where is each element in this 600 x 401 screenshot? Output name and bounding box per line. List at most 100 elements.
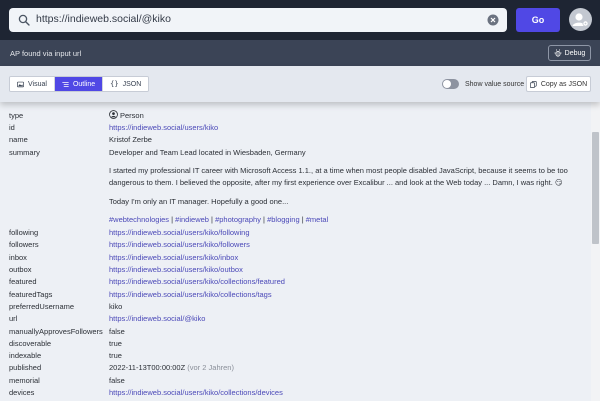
go-button[interactable]: Go bbox=[516, 8, 560, 32]
copy-icon bbox=[529, 80, 537, 88]
featured-link[interactable]: https://indieweb.social/users/kiko/colle… bbox=[109, 276, 285, 288]
tab-visual[interactable]: Visual bbox=[10, 77, 54, 91]
property-row: featured https://indieweb.social/users/k… bbox=[9, 276, 589, 288]
view-tabs: Visual Outline {} JSON bbox=[9, 76, 150, 92]
property-key: published bbox=[9, 363, 42, 372]
summary-paragraph: I started my professional IT career with… bbox=[109, 165, 584, 189]
summary-text-line: dangerous to them. I believed the opposi… bbox=[109, 178, 563, 187]
code-icon: {} bbox=[110, 80, 119, 88]
property-key: id bbox=[9, 123, 15, 132]
outline-content: type Person id https://indieweb.social/u… bbox=[0, 102, 591, 401]
property-row: featuredTags https://indieweb.social/use… bbox=[9, 289, 589, 301]
property-key: preferredUsername bbox=[9, 302, 75, 311]
property-key: featuredTags bbox=[9, 290, 53, 299]
summary-line: Developer and Team Lead located in Wiesb… bbox=[109, 148, 306, 157]
property-row: published 2022-11-13T00:00:00Z (vor 2 Ja… bbox=[9, 362, 589, 374]
toggle-knob bbox=[443, 80, 451, 88]
property-key: name bbox=[9, 135, 28, 144]
tab-outline[interactable]: Outline bbox=[53, 77, 103, 91]
url-link[interactable]: https://indieweb.social/@kiko bbox=[109, 313, 205, 325]
property-key: outbox bbox=[9, 265, 32, 274]
name-value: Kristof Zerbe bbox=[109, 135, 152, 144]
clear-icon[interactable] bbox=[487, 14, 499, 26]
discoverable-value: true bbox=[109, 339, 122, 348]
featured-tags-link[interactable]: https://indieweb.social/users/kiko/colle… bbox=[109, 289, 272, 301]
tab-json[interactable]: {} JSON bbox=[102, 77, 149, 91]
property-row: id https://indieweb.social/users/kiko bbox=[9, 122, 589, 134]
property-key: devices bbox=[9, 388, 35, 397]
avatar[interactable] bbox=[569, 8, 592, 31]
property-row: devices https://indieweb.social/users/ki… bbox=[9, 387, 589, 399]
debug-label: Debug bbox=[564, 49, 586, 57]
property-key: following bbox=[9, 228, 39, 237]
summary-paragraph: Today I'm only an IT manager. Hopefully … bbox=[109, 196, 584, 208]
user-settings-icon bbox=[572, 13, 589, 27]
type-value: Person bbox=[120, 111, 144, 120]
hashtag-link[interactable]: #indieweb bbox=[175, 215, 209, 224]
copy-as-json-button[interactable]: Copy as JSON bbox=[526, 76, 591, 92]
property-key: inbox bbox=[9, 253, 27, 262]
property-key: manuallyApprovesFollowers bbox=[9, 327, 103, 336]
tab-outline-label: Outline bbox=[72, 80, 96, 88]
status-bar: AP found via input url Debug bbox=[0, 40, 600, 66]
property-row: outbox https://indieweb.social/users/kik… bbox=[9, 264, 589, 276]
id-link[interactable]: https://indieweb.social/users/kiko bbox=[109, 122, 218, 134]
debug-button[interactable]: Debug bbox=[548, 45, 591, 61]
summary-text-line: Today I'm only an IT manager. Hopefully … bbox=[109, 197, 289, 206]
hashtag-link[interactable]: #photography bbox=[215, 215, 261, 224]
preferred-username-value: kiko bbox=[109, 302, 123, 311]
hashtag-link[interactable]: #metal bbox=[306, 215, 329, 224]
property-row: summary Developer and Team Lead located … bbox=[9, 147, 589, 159]
property-key: discoverable bbox=[9, 339, 52, 348]
property-key: featured bbox=[9, 277, 37, 286]
hashtag-link[interactable]: #webtechnologies bbox=[109, 215, 169, 224]
published-date: 2022-11-13T00:00:00Z bbox=[109, 363, 186, 372]
scrollbar[interactable] bbox=[591, 102, 600, 401]
property-key: followers bbox=[9, 240, 39, 249]
memorial-value: false bbox=[109, 376, 125, 385]
property-row: manuallyApprovesFollowers false bbox=[9, 326, 589, 338]
hashtag-link[interactable]: #blogging bbox=[267, 215, 300, 224]
person-icon bbox=[109, 110, 118, 119]
property-key: summary bbox=[9, 148, 40, 157]
inbox-link[interactable]: https://indieweb.social/users/kiko/inbox bbox=[109, 252, 238, 264]
property-row: indexable true bbox=[9, 350, 589, 362]
tab-json-label: JSON bbox=[122, 80, 142, 88]
show-value-source-toggle[interactable] bbox=[442, 79, 459, 89]
outline-icon bbox=[62, 81, 69, 87]
following-link[interactable]: https://indieweb.social/users/kiko/follo… bbox=[109, 227, 250, 239]
property-row: preferredUsername kiko bbox=[9, 301, 589, 313]
search-icon bbox=[18, 14, 30, 26]
property-row: url https://indieweb.social/@kiko bbox=[9, 313, 589, 325]
property-key: url bbox=[9, 314, 18, 323]
property-row: inbox https://indieweb.social/users/kiko… bbox=[9, 252, 589, 264]
property-key: memorial bbox=[9, 376, 40, 385]
published-value: 2022-11-13T00:00:00Z (vor 2 Jahren) bbox=[109, 362, 234, 374]
property-row: type Person bbox=[9, 110, 589, 122]
show-value-source-label: Show value source bbox=[465, 80, 525, 88]
scrollbar-thumb[interactable] bbox=[592, 132, 599, 244]
outbox-link[interactable]: https://indieweb.social/users/kiko/outbo… bbox=[109, 264, 243, 276]
property-row: discoverable true bbox=[9, 338, 589, 350]
property-value: Person bbox=[109, 110, 144, 122]
indexable-value: true bbox=[109, 351, 122, 360]
bug-icon bbox=[554, 49, 562, 57]
visual-icon bbox=[17, 81, 24, 87]
copy-as-json-label: Copy as JSON bbox=[540, 80, 588, 88]
show-value-source[interactable]: Show value source bbox=[442, 79, 524, 89]
property-row: following https://indieweb.social/users/… bbox=[9, 227, 589, 239]
url-input[interactable]: https://indieweb.social/@kiko bbox=[36, 13, 171, 25]
view-toolbar: Visual Outline {} JSON Show value source… bbox=[0, 66, 600, 102]
followers-link[interactable]: https://indieweb.social/users/kiko/follo… bbox=[109, 239, 250, 251]
published-relative: (vor 2 Jahren) bbox=[187, 363, 234, 372]
url-input-box[interactable]: https://indieweb.social/@kiko bbox=[9, 8, 507, 32]
property-key: indexable bbox=[9, 351, 42, 360]
property-row: followers https://indieweb.social/users/… bbox=[9, 239, 589, 251]
hashtag-list: #webtechnologies | #indieweb | #photogra… bbox=[109, 214, 584, 226]
property-row: memorial false bbox=[9, 375, 589, 387]
property-row: name Kristof Zerbe bbox=[9, 134, 589, 146]
status-message: AP found via input url bbox=[10, 49, 82, 58]
summary-text-line: I started my professional IT career with… bbox=[109, 166, 568, 175]
manually-approves-followers-value: false bbox=[109, 327, 125, 336]
devices-link[interactable]: https://indieweb.social/users/kiko/colle… bbox=[109, 387, 283, 399]
